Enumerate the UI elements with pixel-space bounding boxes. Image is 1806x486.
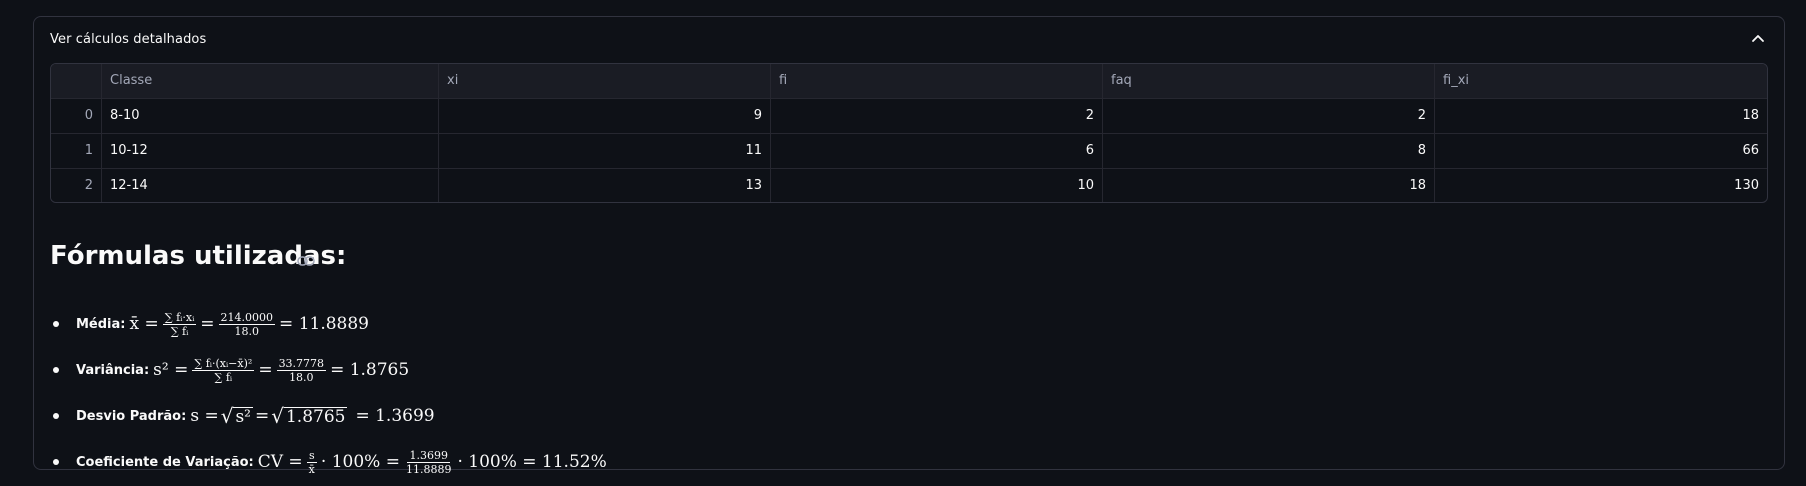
table-row: 1 10-12 11 6 8 66 bbox=[51, 134, 1767, 169]
equals-sign: = bbox=[200, 314, 215, 334]
radical-sign: √ bbox=[271, 404, 284, 428]
equals-sign: = bbox=[254, 406, 270, 426]
formula-fraction: ∑ fᵢ·(xᵢ−x̄)² ∑ fᵢ bbox=[192, 356, 255, 384]
cell-fi[interactable]: 10 bbox=[771, 169, 1103, 202]
cell-faq[interactable]: 2 bbox=[1103, 99, 1435, 133]
formulas-list: Média: x̄ = ∑ fᵢ·xᵢ ∑ fᵢ = 214.0000 18.0… bbox=[50, 301, 607, 485]
formula-math: CV = s x̄ · 100% = 1.3699 11.8889 · 100%… bbox=[258, 449, 607, 476]
formula-label: Variância: bbox=[76, 362, 150, 378]
fraction-denominator: ∑ fᵢ bbox=[170, 324, 189, 338]
header-fi[interactable]: fi bbox=[771, 64, 1103, 98]
cell-faq[interactable]: 8 bbox=[1103, 134, 1435, 168]
header-classe[interactable]: Classe bbox=[102, 64, 439, 98]
formula-math: s = √ s² = √ 1.8765 = 1.3699 bbox=[190, 406, 434, 426]
cell-fi-xi[interactable]: 130 bbox=[1435, 169, 1767, 202]
header-fi-xi[interactable]: fi_xi bbox=[1435, 64, 1767, 98]
radicand: 1.8765 bbox=[283, 407, 348, 427]
header-index bbox=[51, 64, 102, 98]
fraction-numerator: ∑ fᵢ·xᵢ bbox=[162, 310, 197, 325]
data-table: Classe xi fi faq fi_xi 0 8-10 9 2 2 18 1… bbox=[50, 63, 1768, 203]
cell-xi[interactable]: 11 bbox=[439, 134, 771, 168]
cell-fi-xi[interactable]: 66 bbox=[1435, 134, 1767, 168]
fraction-denominator: 18.0 bbox=[289, 370, 314, 384]
formula-fraction: 214.0000 18.0 bbox=[218, 310, 276, 338]
formula-fraction: s x̄ bbox=[306, 448, 317, 476]
cell-fi[interactable]: 6 bbox=[771, 134, 1103, 168]
radical-sign: √ bbox=[220, 404, 234, 428]
formula-result: · 100% = 11.52% bbox=[457, 452, 607, 472]
table-row: 0 8-10 9 2 2 18 bbox=[51, 99, 1767, 134]
formula-result: = 11.8889 bbox=[279, 314, 369, 334]
row-index: 2 bbox=[51, 169, 102, 202]
formula-fraction: 33.7778 18.0 bbox=[276, 356, 327, 384]
cell-classe[interactable]: 10-12 bbox=[102, 134, 439, 168]
cell-fi-xi[interactable]: 18 bbox=[1435, 99, 1767, 133]
formula-lhs: x̄ = bbox=[129, 314, 159, 334]
expander-header[interactable]: Ver cálculos detalhados bbox=[34, 17, 1784, 63]
fraction-numerator: ∑ fᵢ·(xᵢ−x̄)² bbox=[192, 356, 255, 371]
formula-cv: Coeficiente de Variação: CV = s x̄ · 100… bbox=[50, 439, 607, 485]
formula-result: = 1.8765 bbox=[330, 360, 410, 380]
formula-result: = 1.3699 bbox=[355, 406, 435, 426]
formula-fraction: ∑ fᵢ·xᵢ ∑ fᵢ bbox=[162, 310, 197, 338]
formula-lhs: s = bbox=[190, 406, 219, 426]
row-index: 0 bbox=[51, 99, 102, 133]
fraction-denominator: ∑ fᵢ bbox=[214, 370, 233, 384]
formula-std-dev: Desvio Padrão: s = √ s² = √ 1.8765 = 1.3… bbox=[50, 393, 607, 439]
fraction-denominator: 18.0 bbox=[234, 324, 260, 338]
cell-classe[interactable]: 12-14 bbox=[102, 169, 439, 202]
header-faq[interactable]: faq bbox=[1103, 64, 1435, 98]
formula-label: Coeficiente de Variação: bbox=[76, 454, 254, 470]
header-xi[interactable]: xi bbox=[439, 64, 771, 98]
cell-xi[interactable]: 13 bbox=[439, 169, 771, 202]
cell-classe[interactable]: 8-10 bbox=[102, 99, 439, 133]
fraction-numerator: s bbox=[306, 448, 317, 463]
equals-sign: = bbox=[258, 360, 273, 380]
square-root: √ s² bbox=[221, 406, 253, 426]
details-expander: Ver cálculos detalhados Classe xi fi faq… bbox=[33, 16, 1785, 476]
formula-lhs: s² = bbox=[153, 360, 189, 380]
expander-title: Ver cálculos detalhados bbox=[50, 32, 207, 47]
table-header-row: Classe xi fi faq fi_xi bbox=[51, 64, 1767, 99]
fraction-denominator: x̄ bbox=[308, 462, 315, 476]
formula-math: s² = ∑ fᵢ·(xᵢ−x̄)² ∑ fᵢ = 33.7778 18.0 =… bbox=[153, 357, 409, 384]
formula-variance: Variância: s² = ∑ fᵢ·(xᵢ−x̄)² ∑ fᵢ = 33.… bbox=[50, 347, 607, 393]
formula-mean: Média: x̄ = ∑ fᵢ·xᵢ ∑ fᵢ = 214.0000 18.0… bbox=[50, 301, 607, 347]
chevron-up-icon[interactable] bbox=[1750, 31, 1766, 47]
fraction-numerator: 1.3699 bbox=[407, 448, 450, 463]
link-icon[interactable] bbox=[297, 255, 315, 267]
cell-fi[interactable]: 2 bbox=[771, 99, 1103, 133]
formula-math: x̄ = ∑ fᵢ·xᵢ ∑ fᵢ = 214.0000 18.0 = 11.8… bbox=[130, 311, 370, 338]
formula-label: Média: bbox=[76, 316, 126, 332]
formula-fraction: 1.3699 11.8889 bbox=[404, 449, 454, 476]
square-root: √ 1.8765 bbox=[271, 404, 348, 428]
cell-faq[interactable]: 18 bbox=[1103, 169, 1435, 202]
fraction-numerator: 33.7778 bbox=[276, 356, 327, 371]
formula-lhs: CV = bbox=[257, 452, 303, 472]
row-index: 1 bbox=[51, 134, 102, 168]
table-row: 2 12-14 13 10 18 130 bbox=[51, 169, 1767, 202]
formula-label: Desvio Padrão: bbox=[76, 408, 187, 424]
cell-xi[interactable]: 9 bbox=[439, 99, 771, 133]
radicand: s² bbox=[233, 407, 253, 427]
fraction-numerator: 214.0000 bbox=[218, 310, 276, 325]
fraction-denominator: 11.8889 bbox=[405, 462, 452, 476]
formula-mid: · 100% = bbox=[320, 452, 400, 472]
